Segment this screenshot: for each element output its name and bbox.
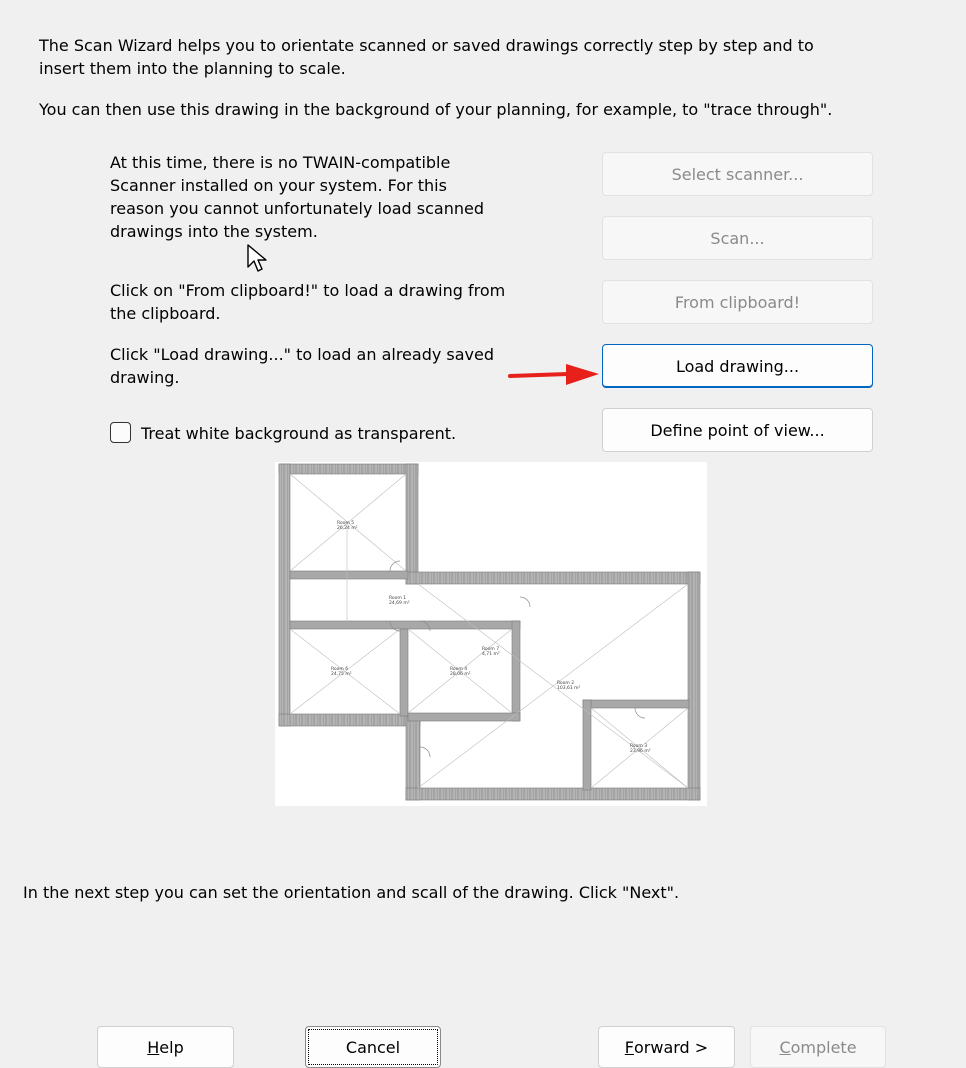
from-clipboard-button[interactable]: From clipboard!: [602, 280, 873, 324]
mouse-cursor-icon: [247, 244, 267, 272]
svg-text:24,69 m²: 24,69 m²: [389, 600, 410, 606]
cancel-button[interactable]: Cancel: [305, 1026, 441, 1068]
transparent-background-label[interactable]: Treat white background as transparent.: [141, 422, 456, 445]
complete-button[interactable]: Complete: [750, 1026, 886, 1068]
intro-line-1: The Scan Wizard helps you to orientate s…: [39, 36, 814, 55]
forward-button[interactable]: Forward >: [598, 1026, 735, 1068]
drawing-preview: Room 5 26,24 m² Room 1 24,69 m² Room 6 2…: [275, 462, 707, 806]
svg-text:28,06 m²: 28,06 m²: [450, 671, 471, 677]
define-point-of-view-button[interactable]: Define point of view...: [602, 408, 873, 452]
help-mnemonic: H: [147, 1037, 160, 1057]
svg-text:4,71 m²: 4,71 m²: [482, 651, 500, 657]
select-scanner-button[interactable]: Select scanner...: [602, 152, 873, 196]
twain-notice-line-4: drawings into the system.: [110, 222, 318, 241]
next-step-text: In the next step you can set the orienta…: [23, 883, 680, 902]
load-instruction-line-1: Click "Load drawing..." to load an alrea…: [110, 345, 495, 364]
clipboard-instruction-line-2: the clipboard.: [110, 304, 221, 323]
help-label-rest: elp: [159, 1037, 184, 1057]
twain-notice-line-3: reason you cannot unfortunately load sca…: [110, 199, 484, 218]
svg-text:26,24 m²: 26,24 m²: [337, 525, 358, 531]
scan-button[interactable]: Scan...: [602, 216, 873, 260]
floor-plan-image: Room 5 26,24 m² Room 1 24,69 m² Room 6 2…: [278, 463, 701, 801]
twain-notice-line-1: At this time, there is no TWAIN-compatib…: [110, 153, 451, 172]
svg-text:103,61 m²: 103,61 m²: [557, 685, 581, 691]
forward-label-rest: orward >: [634, 1037, 709, 1057]
intro-line-3: You can then use this drawing in the bac…: [39, 100, 833, 119]
complete-label-rest: omplete: [790, 1037, 857, 1057]
red-arrow-icon: [508, 364, 599, 385]
load-instruction-line-2: drawing.: [110, 368, 180, 387]
complete-mnemonic: C: [779, 1037, 791, 1057]
transparent-background-checkbox[interactable]: [110, 422, 131, 443]
twain-notice-line-2: Scanner installed on your system. For th…: [110, 176, 447, 195]
intro-line-2: insert them into the planning to scale.: [39, 59, 346, 78]
svg-text:23,96 m²: 23,96 m²: [630, 748, 651, 754]
clipboard-instruction-line-1: Click on "From clipboard!" to load a dra…: [110, 281, 506, 300]
load-drawing-button[interactable]: Load drawing...: [602, 344, 873, 388]
help-button[interactable]: Help: [97, 1026, 234, 1068]
svg-text:24,75 m²: 24,75 m²: [331, 671, 352, 677]
forward-mnemonic: F: [624, 1037, 634, 1057]
